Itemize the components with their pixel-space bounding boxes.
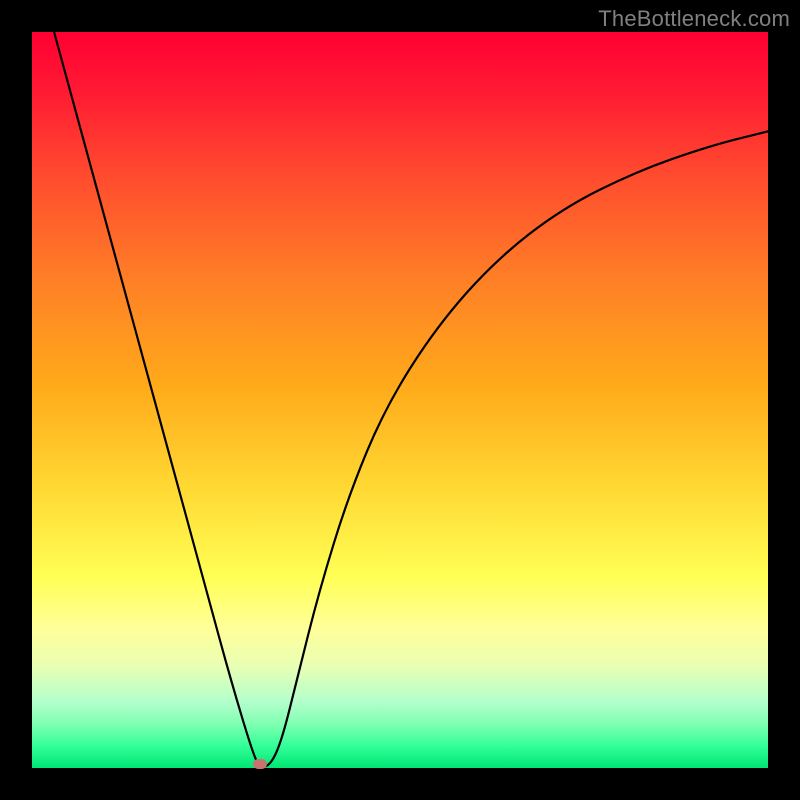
curve-svg — [32, 32, 768, 768]
chart-frame: TheBottleneck.com — [0, 0, 800, 800]
plot-area — [32, 32, 768, 768]
watermark-text: TheBottleneck.com — [598, 6, 790, 32]
optimum-marker — [253, 759, 267, 769]
bottleneck-curve — [54, 32, 768, 767]
